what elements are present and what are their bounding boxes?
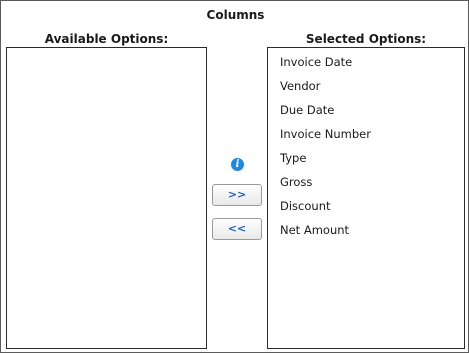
panel-title: Columns bbox=[206, 8, 265, 22]
available-options-list[interactable] bbox=[6, 47, 207, 349]
selected-options-list[interactable]: Invoice Date Vendor Due Date Invoice Num… bbox=[267, 47, 465, 349]
add-selected-button[interactable]: >> bbox=[212, 184, 262, 206]
columns-panel: Columns Available Options: Selected Opti… bbox=[0, 0, 469, 353]
selected-options-header: Selected Options: bbox=[305, 32, 427, 46]
selected-option-item[interactable]: Invoice Number bbox=[268, 125, 464, 149]
available-options-items bbox=[7, 48, 206, 53]
available-options-header: Available Options: bbox=[44, 32, 169, 46]
remove-selected-button[interactable]: << bbox=[212, 218, 262, 240]
selected-option-item[interactable]: Due Date bbox=[268, 101, 464, 125]
info-icon[interactable]: i bbox=[231, 158, 244, 171]
selected-options-items: Invoice Date Vendor Due Date Invoice Num… bbox=[268, 48, 464, 245]
selected-option-item[interactable]: Vendor bbox=[268, 77, 464, 101]
selected-option-item[interactable]: Net Amount bbox=[268, 221, 464, 245]
selected-option-item[interactable]: Gross bbox=[268, 173, 464, 197]
selected-option-item[interactable]: Invoice Date bbox=[268, 53, 464, 77]
selected-option-item[interactable]: Type bbox=[268, 149, 464, 173]
selected-option-item[interactable]: Discount bbox=[268, 197, 464, 221]
